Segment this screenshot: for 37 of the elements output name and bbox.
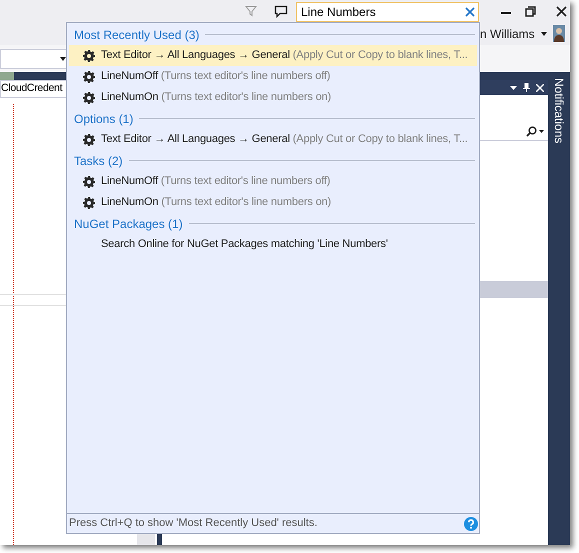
gear-icon — [83, 70, 95, 82]
result-item[interactable]: Search Online for NuGet Packages matching 'Line Numbers' — [69, 234, 477, 255]
result-item[interactable]: Text Editor → All Languages → General (Apply Cut or Copy to blank lines, T... — [69, 129, 477, 150]
search-icon[interactable] — [526, 126, 537, 137]
scroll-block — [137, 533, 155, 545]
group-header: Options (1) — [74, 110, 134, 128]
user-name[interactable]: n Williams — [480, 24, 535, 42]
panel-bar — [479, 281, 548, 298]
restore-button[interactable] — [525, 6, 536, 16]
result-item[interactable]: LineNumOff (Turns text editor's line numbers off) — [69, 66, 477, 87]
gear-icon — [83, 50, 95, 62]
caret-icon — [60, 56, 66, 60]
gear-icon — [83, 134, 95, 146]
caret-icon[interactable] — [540, 32, 547, 36]
notifications-tab[interactable]: Notifications — [550, 78, 568, 144]
footer-hint: Press Ctrl+Q to show 'Most Recently Used' results. — [69, 516, 318, 532]
gear-icon — [83, 176, 95, 188]
result-item[interactable]: LineNumOff (Turns text editor's line numbers off) — [69, 171, 477, 192]
feedback-icon[interactable] — [274, 4, 288, 18]
pin-icon[interactable] — [523, 83, 530, 92]
search-field[interactable]: Line Numbers — [296, 2, 479, 22]
group-header: Tasks (2) — [74, 152, 123, 170]
result-item[interactable]: Text Editor → All Languages → General (Apply Cut or Copy to blank lines, T... — [69, 45, 477, 66]
close-button[interactable] — [556, 6, 567, 16]
group-header: NuGet Packages (1) — [74, 216, 183, 232]
dropdown-icon[interactable] — [510, 86, 517, 90]
close-icon[interactable] — [536, 84, 544, 92]
gear-icon — [83, 196, 95, 208]
result-item[interactable]: LineNumOn (Turns text editor's line numbers on) — [69, 87, 477, 108]
splitter — [157, 533, 162, 545]
gear-icon — [83, 92, 95, 104]
group-header: Most Recently Used (3) — [74, 26, 200, 44]
avatar-icon[interactable] — [552, 25, 565, 42]
result-item[interactable]: LineNumOn (Turns text editor's line numbers on) — [69, 192, 477, 213]
caret-icon[interactable] — [539, 130, 544, 133]
clear-search-icon[interactable] — [465, 7, 475, 17]
help-icon[interactable] — [464, 516, 478, 530]
